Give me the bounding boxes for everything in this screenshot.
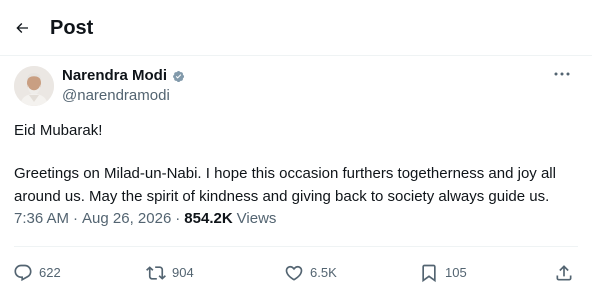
repost-button[interactable]: 904 <box>146 258 194 288</box>
share-icon <box>556 265 572 281</box>
divider <box>14 246 578 247</box>
repost-icon <box>146 266 166 280</box>
post-time[interactable]: 7:36 AM <box>14 209 69 229</box>
bookmark-icon <box>422 264 436 283</box>
heart-icon <box>285 265 303 281</box>
like-button[interactable]: 6.5K <box>284 258 337 288</box>
views-count: 854.2K <box>184 210 233 227</box>
back-arrow-icon <box>16 23 28 33</box>
avatar[interactable] <box>14 66 54 106</box>
profile-photo <box>14 66 54 106</box>
share-button[interactable] <box>554 258 574 288</box>
author-handle[interactable]: @narendramodi <box>62 86 170 106</box>
author-name[interactable]: Narendra Modi <box>62 66 185 86</box>
views-label: Views <box>236 210 277 227</box>
verified-badge-icon <box>172 70 185 83</box>
author-name-text: Narendra Modi <box>62 67 168 84</box>
like-count: 6.5K <box>310 265 337 280</box>
reply-count: 622 <box>39 265 61 280</box>
reply-button[interactable]: 622 <box>13 258 61 288</box>
post-line-greeting: Eid Mubarak! <box>14 122 103 139</box>
page-title: Post <box>50 17 94 39</box>
post-page: Post Narendra Modi @narendramodi Eid Mub… <box>0 0 592 294</box>
meta-separator: · <box>175 210 181 227</box>
post-line-message: Greetings on Milad-un-Nabi. I hope this … <box>14 165 556 205</box>
more-options-button[interactable] <box>552 66 572 82</box>
reply-icon <box>14 264 32 282</box>
meta-separator: · <box>73 210 79 227</box>
post-text: Eid Mubarak! Greetings on Milad-un-Nabi.… <box>14 119 584 208</box>
post-header: Post <box>0 0 592 56</box>
bookmark-button[interactable]: 105 <box>419 258 467 288</box>
repost-count: 904 <box>172 265 194 280</box>
more-horizontal-icon <box>554 72 570 76</box>
bookmark-count: 105 <box>445 265 467 280</box>
back-button[interactable] <box>8 12 36 44</box>
post-meta: 7:36 AM · Aug 26, 2026 · 854.2K Views <box>14 209 276 229</box>
action-bar: 622 904 6.5K 105 <box>0 258 592 288</box>
post-date[interactable]: Aug 26, 2026 <box>82 209 171 229</box>
